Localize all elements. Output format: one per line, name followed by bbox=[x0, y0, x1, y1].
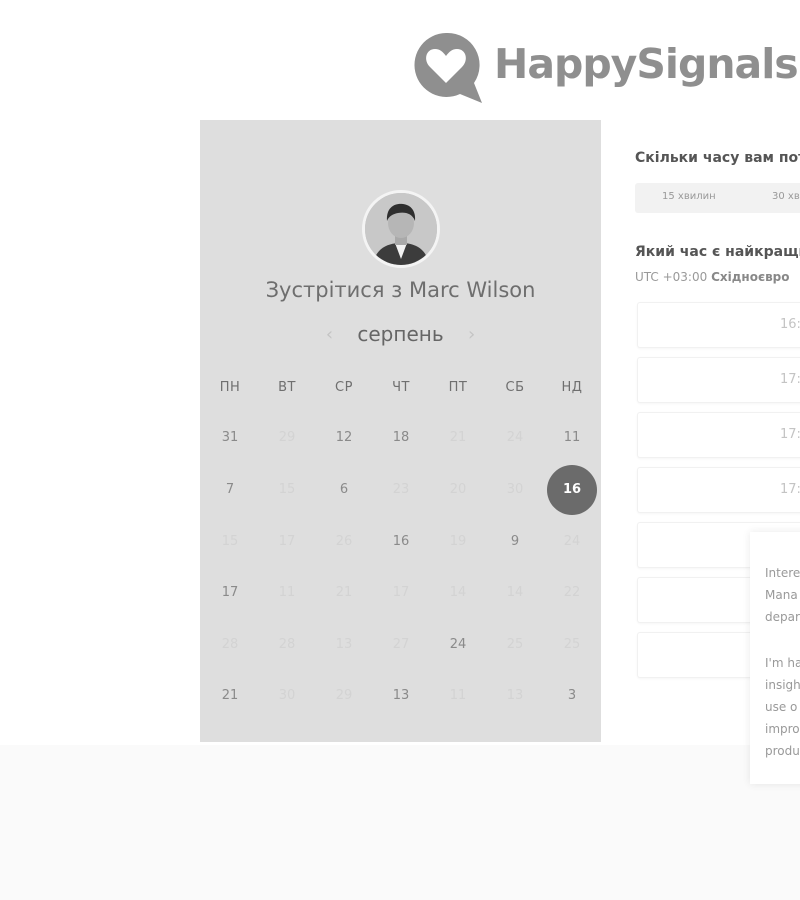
month-navigation: ‹ серпень › bbox=[200, 322, 601, 346]
person-portrait-icon bbox=[365, 193, 437, 265]
calendar-day[interactable]: 3 bbox=[552, 684, 592, 708]
timezone-label[interactable]: UTC +03:00 Східноєвро bbox=[635, 270, 790, 284]
chevron-left-icon[interactable]: ‹ bbox=[326, 324, 333, 345]
calendar-day: 17 bbox=[278, 534, 296, 549]
duration-question: Скільки часу вам пот bbox=[635, 150, 800, 166]
calendar-day: 27 bbox=[392, 637, 410, 652]
calendar-day[interactable]: 7 bbox=[210, 478, 250, 502]
calendar-day[interactable]: 17 bbox=[210, 581, 250, 605]
calendar-day: 22 bbox=[563, 585, 581, 600]
calendar-day[interactable]: 31 bbox=[210, 426, 250, 450]
calendar-day: 11 bbox=[449, 688, 467, 703]
calendar-day: 24 bbox=[563, 534, 581, 549]
bio-line: I'm ha bbox=[765, 656, 800, 670]
timezone-name: Східноєвро bbox=[711, 270, 790, 284]
bio-line: produ bbox=[765, 744, 800, 758]
calendar-day: 21 bbox=[335, 585, 353, 600]
calendar-day: 25 bbox=[506, 637, 524, 652]
calendar-panel: Зустрітися з Marc Wilson ‹ серпень › ПН … bbox=[200, 120, 601, 742]
timezone-offset: UTC +03:00 bbox=[635, 270, 708, 284]
weekday-label: ЧТ bbox=[392, 380, 410, 395]
calendar-day: 21 bbox=[449, 430, 467, 445]
weekday-label: СБ bbox=[505, 380, 525, 395]
host-bio-card: Intere Mana depar I'm ha insigh use o im… bbox=[750, 532, 800, 784]
time-slot-label: 16: bbox=[780, 317, 800, 332]
calendar-day: 29 bbox=[335, 688, 353, 703]
calendar-day[interactable]: 18 bbox=[381, 426, 421, 450]
weekday-label: ПН bbox=[219, 380, 241, 395]
calendar-day: 13 bbox=[335, 637, 353, 652]
calendar-day: 13 bbox=[506, 688, 524, 703]
calendar-day: 28 bbox=[278, 637, 296, 652]
calendar-day: 29 bbox=[278, 430, 296, 445]
calendar-day: 17 bbox=[392, 585, 410, 600]
time-slot-label: 17: bbox=[780, 482, 800, 497]
chevron-right-icon[interactable]: › bbox=[468, 324, 475, 345]
calendar-day[interactable]: 21 bbox=[210, 684, 250, 708]
calendar-day: 15 bbox=[221, 534, 239, 549]
calendar-day: 23 bbox=[392, 482, 410, 497]
calendar-day: 15 bbox=[278, 482, 296, 497]
calendar-day: 14 bbox=[449, 585, 467, 600]
bio-line: insigh bbox=[765, 678, 800, 692]
duration-option-30[interactable]: 30 хв bbox=[772, 191, 800, 202]
calendar-day: 25 bbox=[563, 637, 581, 652]
time-slot-label: 17: bbox=[780, 427, 800, 442]
bio-line: impro bbox=[765, 722, 800, 736]
calendar-day[interactable]: 24 bbox=[438, 633, 478, 657]
calendar-day: 28 bbox=[221, 637, 239, 652]
calendar-day: 26 bbox=[335, 534, 353, 549]
calendar-day[interactable]: 9 bbox=[495, 530, 535, 554]
bio-line: use o bbox=[765, 700, 798, 714]
weekday-label: ПТ bbox=[448, 380, 468, 395]
avatar bbox=[362, 190, 440, 268]
bio-line: Mana bbox=[765, 588, 798, 602]
calendar-day[interactable]: 11 bbox=[552, 426, 592, 450]
weekday-label: ВТ bbox=[278, 380, 296, 395]
time-slot[interactable]: 17: bbox=[637, 357, 800, 403]
time-question: Який час є найкращи bbox=[635, 244, 800, 260]
bio-line: depar bbox=[765, 610, 800, 624]
time-slot[interactable]: 16: bbox=[637, 302, 800, 348]
heart-bubble-icon bbox=[414, 32, 482, 103]
time-slot[interactable]: 17: bbox=[637, 467, 800, 513]
duration-selector: 15 хвилин 30 хв bbox=[635, 183, 800, 213]
weekday-label: НД bbox=[561, 380, 583, 395]
calendar-day: 19 bbox=[449, 534, 467, 549]
calendar-day: 30 bbox=[506, 482, 524, 497]
time-slot[interactable]: 17: bbox=[637, 412, 800, 458]
bio-line: Intere bbox=[765, 566, 800, 580]
selected-day[interactable]: 16 bbox=[547, 465, 597, 515]
weekday-label: СР bbox=[335, 380, 353, 395]
calendar-day[interactable]: 13 bbox=[381, 684, 421, 708]
calendar-day: 20 bbox=[449, 482, 467, 497]
calendar-day[interactable]: 12 bbox=[324, 426, 364, 450]
month-label: серпень bbox=[357, 322, 444, 346]
calendar-day[interactable]: 16 bbox=[381, 530, 421, 554]
duration-option-15[interactable]: 15 хвилин bbox=[662, 191, 716, 202]
time-slot-label: 17: bbox=[780, 372, 800, 387]
meeting-title: Зустрітися з Marc Wilson bbox=[265, 278, 536, 302]
calendar-day[interactable]: 6 bbox=[324, 478, 364, 502]
calendar-day: 24 bbox=[506, 430, 524, 445]
calendar-day: 11 bbox=[278, 585, 296, 600]
calendar-day: 30 bbox=[278, 688, 296, 703]
calendar-day: 14 bbox=[506, 585, 524, 600]
